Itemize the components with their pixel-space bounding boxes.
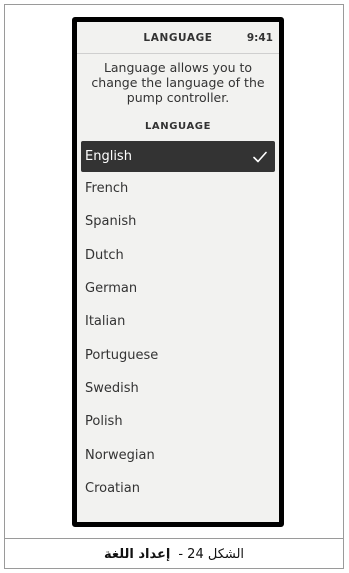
language-option-german[interactable]: German	[77, 272, 279, 305]
language-option-label: French	[85, 181, 129, 197]
language-option-label: Swedish	[85, 380, 139, 396]
screen-description: Language allows you to change the langua…	[91, 60, 265, 105]
language-option-label: Norwegian	[85, 447, 155, 463]
language-option-label: Dutch	[85, 247, 124, 263]
section-label: LANGUAGE	[144, 121, 212, 132]
header-divider	[77, 53, 279, 54]
caption-divider	[4, 538, 344, 539]
language-option-spanish[interactable]: Spanish	[77, 205, 279, 238]
language-option-label: Polish	[85, 414, 123, 430]
check-icon	[253, 151, 267, 162]
language-option-french[interactable]: French	[77, 172, 279, 205]
language-option-polish[interactable]: Polish	[77, 405, 279, 438]
language-option-label: Italian	[85, 314, 126, 330]
language-option-swedish[interactable]: Swedish	[77, 372, 279, 405]
figure-caption: الشكل 24 - إعداد اللغة	[4, 540, 344, 568]
language-option-dutch[interactable]: Dutch	[77, 239, 279, 272]
language-option-italian[interactable]: Italian	[77, 305, 279, 338]
clock-time: 9:41	[246, 32, 273, 44]
language-option-label: Spanish	[85, 214, 137, 230]
language-list: English French Spanish Dutch German Ital…	[77, 141, 279, 505]
language-option-label: Portuguese	[85, 347, 159, 363]
language-option-norwegian[interactable]: Norwegian	[77, 438, 279, 471]
caption-figure-number: الشكل 24 -	[178, 546, 245, 562]
language-option-label: English	[85, 149, 132, 164]
device-screen: LANGUAGE 9:41 Language allows you to cha…	[72, 17, 284, 527]
language-option-label: Croatian	[85, 480, 140, 496]
language-option-label: German	[85, 281, 138, 297]
status-bar: LANGUAGE 9:41	[77, 22, 279, 52]
language-option-english[interactable]: English	[81, 141, 275, 172]
language-option-croatian[interactable]: Croatian	[77, 472, 279, 505]
language-option-portuguese[interactable]: Portuguese	[77, 338, 279, 371]
caption-title: إعداد اللغة	[103, 546, 171, 562]
